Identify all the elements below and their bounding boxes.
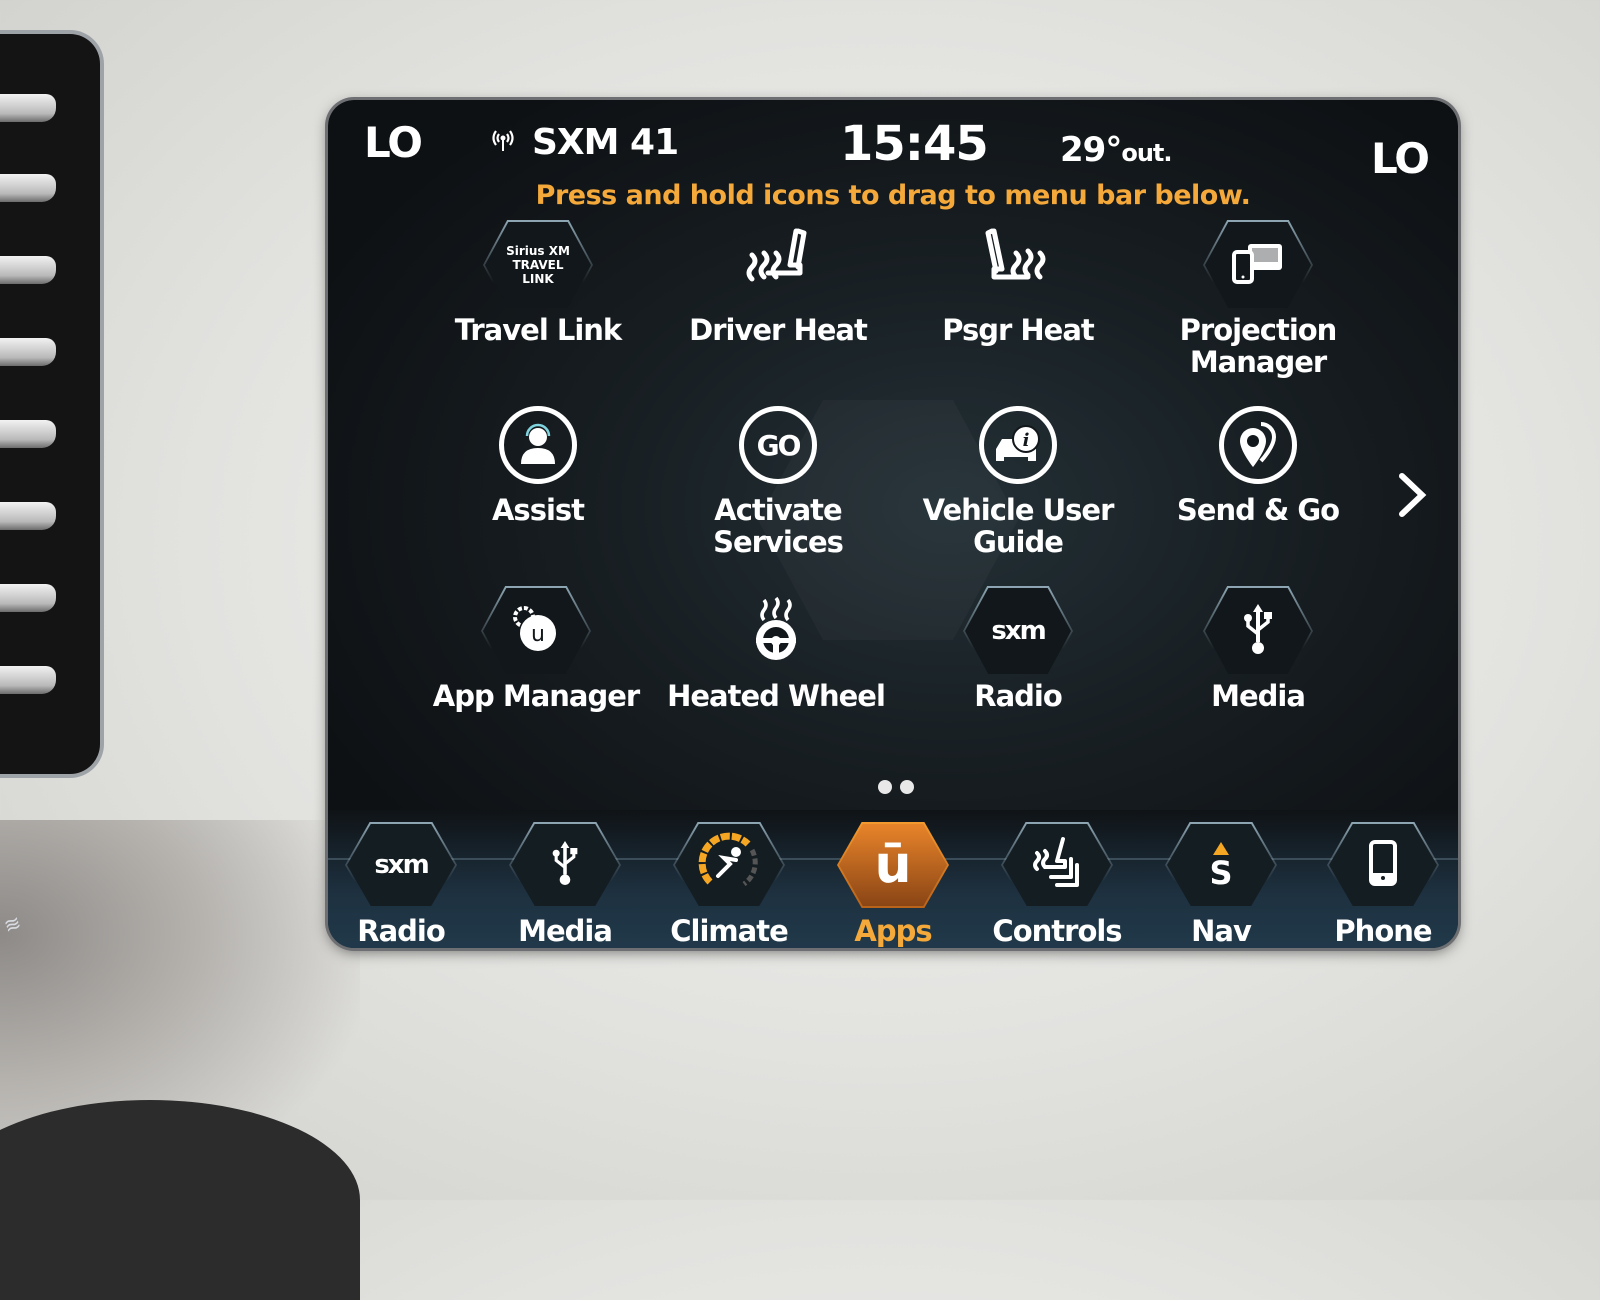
- menu-label: Controls: [992, 914, 1122, 948]
- next-page-button[interactable]: [1396, 470, 1430, 532]
- app-radio[interactable]: sxm Radio: [898, 586, 1138, 712]
- menu-label: Nav: [1191, 914, 1252, 948]
- app-activate-services[interactable]: GO Activate Services: [658, 400, 898, 558]
- status-bar: LO SXM 41 15:45 29°out. LO: [328, 100, 1458, 190]
- menu-label: Climate: [670, 914, 788, 948]
- menu-label: Phone: [1334, 914, 1432, 948]
- logo-line: LINK: [522, 272, 554, 286]
- app-psgr-heat[interactable]: Psgr Heat: [898, 220, 1138, 346]
- driver-climate-temp[interactable]: LO: [364, 118, 423, 167]
- siriusxm-travel-link-icon: Sirius XM TRAVEL LINK: [506, 244, 570, 286]
- vent-slat: [0, 174, 56, 202]
- phone-icon: [1368, 839, 1398, 891]
- page-dot[interactable]: [878, 780, 892, 794]
- app-media[interactable]: Media: [1138, 586, 1378, 712]
- app-driver-heat[interactable]: Driver Heat: [658, 220, 898, 346]
- clock: 15:45: [840, 116, 989, 172]
- svg-text:u: u: [531, 622, 545, 647]
- outside-temperature: 29°out.: [1060, 130, 1173, 170]
- temp-value: 29°: [1060, 130, 1122, 170]
- vent-slat: [0, 94, 56, 122]
- app-send-and-go[interactable]: Send & Go: [1138, 400, 1378, 526]
- menu-radio[interactable]: sxm Radio: [328, 822, 476, 948]
- page-indicator: [878, 780, 914, 794]
- assist-agent-icon: [499, 406, 577, 484]
- infotainment-screen: LO SXM 41 15:45 29°out. LO Press and hol…: [328, 100, 1458, 948]
- app-app-manager[interactable]: u App Manager: [416, 586, 656, 712]
- passenger-climate-temp[interactable]: LO: [1371, 134, 1430, 183]
- app-travel-link[interactable]: Sirius XM TRAVEL LINK Travel Link: [418, 220, 658, 346]
- passenger-seat-heat-icon: [978, 223, 1058, 307]
- menu-label: Media: [518, 914, 613, 948]
- air-vent: [0, 30, 104, 778]
- menu-phone[interactable]: Phone: [1308, 822, 1458, 948]
- menu-controls[interactable]: Controls: [982, 822, 1132, 948]
- vehicle-info-icon: i: [979, 406, 1057, 484]
- app-label: Psgr Heat: [942, 313, 1095, 347]
- app-label: Projection Manager: [1179, 313, 1338, 379]
- svg-text:i: i: [1023, 430, 1030, 451]
- compass-heading: S: [1209, 853, 1233, 892]
- send-and-go-pin-icon: [1219, 406, 1297, 484]
- projection-manager-icon: [1230, 240, 1286, 290]
- app-label: App Manager: [432, 679, 640, 713]
- usb-icon: [550, 837, 580, 893]
- climate-icon: [696, 830, 762, 900]
- temp-suffix: out.: [1121, 139, 1172, 167]
- menu-label: Radio: [357, 914, 446, 948]
- drag-hint: Press and hold icons to drag to menu bar…: [535, 180, 1251, 211]
- app-label: Activate Services: [713, 493, 844, 559]
- logo-line: TRAVEL: [512, 258, 564, 272]
- app-manager-icon: u: [508, 601, 564, 661]
- vent-slat: [0, 256, 56, 284]
- go-glyph: GO: [756, 428, 802, 462]
- vent-slat: [0, 502, 56, 530]
- app-vehicle-user-guide[interactable]: i Vehicle User Guide: [898, 400, 1138, 558]
- app-label: Assist: [491, 493, 585, 527]
- sxm-radio-icon: sxm: [991, 616, 1046, 646]
- vent-slat: [0, 584, 56, 612]
- uconnect-apps-icon: ū: [874, 835, 912, 895]
- logo-line: Sirius XM: [506, 244, 570, 258]
- menu-climate[interactable]: Climate: [654, 822, 804, 948]
- app-label: Travel Link: [454, 313, 622, 347]
- app-label: Driver Heat: [689, 313, 868, 347]
- app-assist[interactable]: Assist: [418, 400, 658, 526]
- go-icon: GO: [739, 406, 817, 484]
- app-heated-wheel[interactable]: Heated Wheel: [656, 586, 896, 712]
- app-label: Radio: [974, 679, 1063, 713]
- now-playing-status[interactable]: SXM 41: [488, 122, 679, 163]
- menu-media[interactable]: Media: [490, 822, 640, 948]
- app-label: Media: [1211, 679, 1306, 713]
- menu-label: Apps: [854, 914, 932, 948]
- compass-arrow-icon: [1212, 841, 1229, 855]
- app-label: Heated Wheel: [667, 679, 886, 713]
- vent-slat: [0, 420, 56, 448]
- menu-nav[interactable]: S Nav: [1146, 822, 1296, 948]
- driver-seat-heat-icon: [738, 223, 818, 307]
- radio-station: SXM 41: [532, 122, 679, 163]
- menu-apps[interactable]: ū Apps: [818, 822, 968, 948]
- antenna-icon: [488, 125, 518, 161]
- menu-bar: sxm Radio Media Climate ū Apps Controls …: [328, 810, 1458, 948]
- sxm-radio-icon: sxm: [374, 850, 429, 880]
- vent-slat: [0, 666, 56, 694]
- page-dot[interactable]: [900, 780, 914, 794]
- app-projection-manager[interactable]: Projection Manager: [1138, 220, 1378, 378]
- vent-slat: [0, 338, 56, 366]
- usb-icon: [1241, 602, 1275, 660]
- heated-steering-wheel-icon: [746, 596, 806, 666]
- app-label: Vehicle User Guide: [922, 493, 1115, 559]
- nav-compass-icon: S: [1209, 841, 1233, 892]
- controls-seat-icon: [1029, 835, 1085, 895]
- app-label: Send & Go: [1176, 493, 1340, 527]
